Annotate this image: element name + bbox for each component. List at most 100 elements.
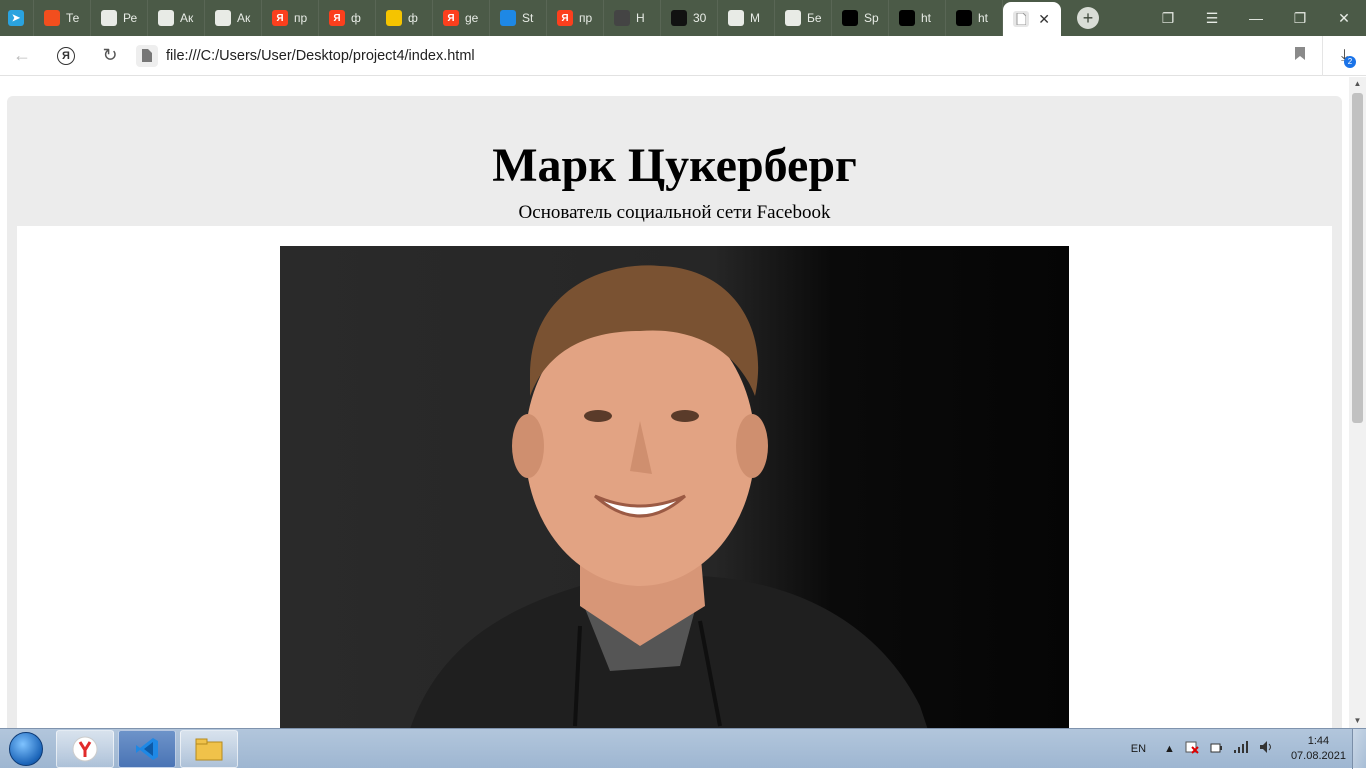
figma-icon — [44, 10, 60, 26]
downloads-button[interactable]: ⤓ 2 — [1322, 35, 1366, 76]
taskbar-yandex-browser[interactable] — [56, 729, 114, 768]
yandex-browser-icon — [72, 736, 98, 761]
bookmark-button[interactable] — [1278, 46, 1322, 65]
browser-tab[interactable]: Те — [34, 0, 91, 36]
file-explorer-icon — [195, 738, 223, 760]
taskbar-vscode[interactable] — [118, 729, 176, 768]
close-window-icon[interactable]: ✕ — [1322, 10, 1366, 27]
windows-logo-icon — [9, 731, 43, 766]
document-icon — [158, 10, 174, 26]
tab-label: М — [750, 11, 760, 25]
back-button[interactable]: ← — [0, 36, 44, 76]
tab-label: 30 — [693, 11, 707, 25]
vscode-icon — [136, 737, 158, 760]
volume-icon[interactable] — [1259, 740, 1275, 757]
reload-button[interactable]: ↻ — [88, 36, 132, 76]
minimize-icon[interactable]: — — [1234, 10, 1278, 26]
tab-label: Ак — [180, 11, 194, 25]
tab-list-icon[interactable]: ❐ — [1146, 10, 1190, 27]
browser-tab[interactable]: St — [490, 0, 547, 36]
tab-list: ➤ Те Ре Ак Ак Япр Яф ф Яge St Япр Н 30 М Бе Sp ht ht — [0, 0, 1003, 36]
tab-label: ht — [978, 11, 989, 25]
browser-tab[interactable]: Sp — [832, 0, 889, 36]
scroll-thumb[interactable] — [1352, 93, 1363, 423]
clock-time: 1:44 — [1307, 734, 1330, 747]
browser-tab[interactable]: ф — [376, 0, 433, 36]
url-field[interactable]: file:///C:/Users/User/Desktop/project4/i… — [166, 48, 475, 64]
browser-tab[interactable]: Бе — [775, 0, 832, 36]
tab-label: Ре — [123, 11, 138, 25]
browser-tab[interactable]: М — [718, 0, 775, 36]
scroll-up-icon[interactable]: ▲ — [1349, 77, 1366, 91]
browser-tab[interactable]: Ре — [91, 0, 148, 36]
tab-label: Sp — [864, 11, 879, 25]
page-viewport: Марк Цукерберг Основатель социальной сет… — [0, 77, 1349, 728]
tab-label: Те — [66, 11, 80, 25]
language-indicator[interactable]: EN — [1131, 743, 1146, 755]
page-icon — [215, 10, 231, 26]
tab-label: ф — [408, 11, 418, 25]
tab-active[interactable]: ✕ — [1003, 2, 1061, 36]
browser-tab[interactable]: ➤ — [0, 0, 34, 36]
telegram-icon: ➤ — [8, 10, 24, 26]
tab-label: St — [522, 11, 534, 25]
cube-icon — [956, 10, 972, 26]
tab-label: Н — [636, 11, 645, 25]
browser-tab[interactable]: Н — [604, 0, 661, 36]
browser-tab[interactable]: ht — [946, 0, 1003, 36]
tab-label: ф — [351, 11, 361, 25]
yandex-logo-icon: Я — [57, 46, 75, 65]
browser-tab[interactable]: Ак — [205, 0, 262, 36]
tab-strip: ➤ Те Ре Ак Ак Япр Яф ф Яge St Япр Н 30 М Бе Sp ht ht ✕ + … — [0, 0, 1366, 36]
browser-tab[interactable]: Ак — [148, 0, 205, 36]
page-title: Марк Цукерберг — [492, 139, 857, 192]
page-info-icon[interactable] — [136, 44, 158, 67]
tab-label: Ак — [237, 11, 251, 25]
browser-tab[interactable]: Япр — [262, 0, 319, 36]
portrait-photo — [280, 246, 1069, 728]
drive-icon — [500, 10, 516, 26]
document-icon — [1013, 11, 1029, 27]
yandex-icon: Я — [443, 10, 459, 26]
network-icon[interactable] — [1233, 740, 1249, 757]
clock[interactable]: 1:44 07.08.2021 — [1291, 734, 1346, 764]
browser-tab[interactable]: Япр — [547, 0, 604, 36]
browser-tab[interactable]: Яge — [433, 0, 490, 36]
image-icon — [386, 10, 402, 26]
windows-taskbar: EN ▲ 1:44 07.08.2021 — [0, 728, 1366, 769]
content-panel — [17, 226, 1332, 728]
document-icon — [101, 10, 117, 26]
downloads-badge: 2 — [1344, 55, 1356, 68]
system-tray: EN ▲ 1:44 07.08.2021 — [1131, 729, 1352, 769]
tab-label: Бе — [807, 11, 822, 25]
scroll-down-icon[interactable]: ▼ — [1349, 714, 1366, 728]
avatar-icon — [614, 10, 630, 26]
new-tab-button[interactable]: + — [1077, 7, 1099, 29]
cube-icon — [899, 10, 915, 26]
tab-label: пр — [579, 11, 593, 25]
cube-icon — [842, 10, 858, 26]
show-desktop-button[interactable] — [1352, 728, 1366, 769]
bookmark-icon — [1295, 46, 1305, 64]
taskbar-file-explorer[interactable] — [180, 729, 238, 768]
restore-icon[interactable]: ❐ — [1278, 10, 1322, 27]
arrow-left-icon: ← — [13, 45, 31, 65]
yandex-button[interactable]: Я — [44, 36, 88, 76]
menu-icon[interactable]: ☰ — [1190, 10, 1234, 27]
page-icon — [785, 10, 801, 26]
vertical-scrollbar[interactable]: ▲ ▼ — [1349, 77, 1366, 728]
header-card: Марк Цукерберг Основатель социальной сет… — [7, 96, 1342, 728]
close-tab-icon[interactable]: ✕ — [1038, 11, 1050, 28]
browser-tab[interactable]: ht — [889, 0, 946, 36]
browser-tab[interactable]: 30 — [661, 0, 718, 36]
show-hidden-icons-icon[interactable]: ▲ — [1164, 743, 1175, 755]
yandex-icon: Я — [272, 10, 288, 26]
window-controls: ❐ ☰ — ❐ ✕ — [1146, 0, 1366, 36]
action-center-icon[interactable] — [1185, 740, 1199, 757]
address-bar: ← Я ↻ file:///C:/Users/User/Desktop/proj… — [0, 35, 1366, 76]
reload-icon: ↻ — [102, 45, 118, 65]
browser-tab[interactable]: Яф — [319, 0, 376, 36]
start-button[interactable] — [0, 729, 52, 769]
page-subtitle: Основатель социальной сети Facebook — [518, 202, 831, 223]
power-icon[interactable] — [1209, 740, 1223, 757]
